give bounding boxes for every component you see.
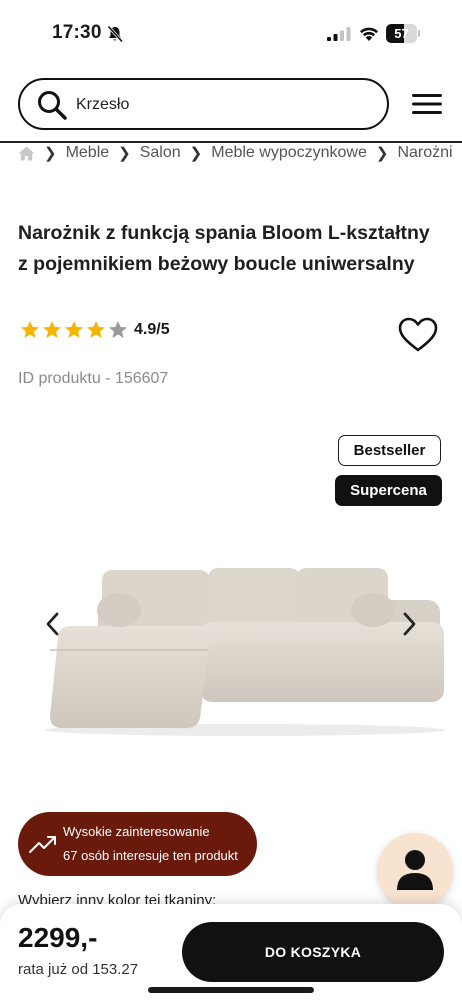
supercena-badge: Supercena <box>335 475 442 506</box>
installment-info[interactable]: rata już od 153.27 <box>18 961 138 978</box>
chevron-right-icon: ❯ <box>118 145 131 162</box>
battery-icon: 57 <box>386 24 420 43</box>
hamburger-menu-icon[interactable] <box>412 93 442 115</box>
star-icon <box>87 321 105 338</box>
battery-level: 57 <box>394 26 409 41</box>
interest-title: Wysokie zainteresowanie <box>63 824 210 839</box>
star-icon <box>109 321 127 338</box>
breadcrumb-item-meble[interactable]: Meble <box>66 144 110 162</box>
product-title: Narożnik z funkcją spania Bloom L-kształ… <box>18 222 430 275</box>
product-gallery[interactable]: Bestseller Supercena Wysokie zainteresow… <box>0 400 462 900</box>
star-icon <box>21 321 39 338</box>
bestseller-badge: Bestseller <box>338 435 441 466</box>
chat-support-button[interactable] <box>377 833 453 909</box>
chevron-right-icon[interactable] <box>396 607 422 641</box>
rating-score: 4.9/5 <box>134 321 170 338</box>
trending-up-icon <box>29 836 56 853</box>
status-bar: 17:30 57 <box>0 0 462 62</box>
user-icon <box>397 850 433 890</box>
product-id: ID produktu - 156607 <box>18 370 169 387</box>
breadcrumb-item-salon[interactable]: Salon <box>140 144 181 162</box>
signal-icon <box>327 27 351 41</box>
breadcrumb-item-meble-wypoczynkowe[interactable]: Meble wypoczynkowe <box>211 144 367 162</box>
search-bar[interactable] <box>18 78 389 130</box>
wifi-icon <box>360 27 378 41</box>
bell-slash-icon <box>107 25 124 43</box>
chevron-right-icon: ❯ <box>189 145 203 162</box>
header-divider <box>0 141 462 143</box>
chevron-left-icon[interactable] <box>40 607 66 641</box>
breadcrumb: ❯ Meble ❯ Salon ❯ Meble wypoczynkowe ❯ Narożni <box>18 144 462 166</box>
chevron-right-icon: ❯ <box>44 145 57 162</box>
chevron-right-icon: ❯ <box>375 145 389 162</box>
search-input[interactable] <box>76 92 366 118</box>
status-time: 17:30 <box>52 22 102 43</box>
breadcrumb-item-narozniki[interactable]: Narożni <box>397 144 452 162</box>
home-icon[interactable] <box>18 146 35 161</box>
star-icon <box>43 321 61 338</box>
star-icon <box>65 321 83 338</box>
search-icon[interactable] <box>36 89 68 121</box>
purchase-bar: 2299,- rata już od 153.27 DO KOSZYKA <box>0 904 462 1000</box>
home-indicator <box>148 987 314 993</box>
add-to-cart-button[interactable]: DO KOSZYKA <box>182 922 444 982</box>
product-image-sofa <box>45 568 445 736</box>
heart-icon[interactable] <box>398 317 438 353</box>
price: 2299,- <box>18 922 98 953</box>
high-interest-banner: Wysokie zainteresowanie 67 osób interesu… <box>18 812 257 876</box>
interest-count: 67 osób interesuje ten produkt <box>63 848 238 863</box>
